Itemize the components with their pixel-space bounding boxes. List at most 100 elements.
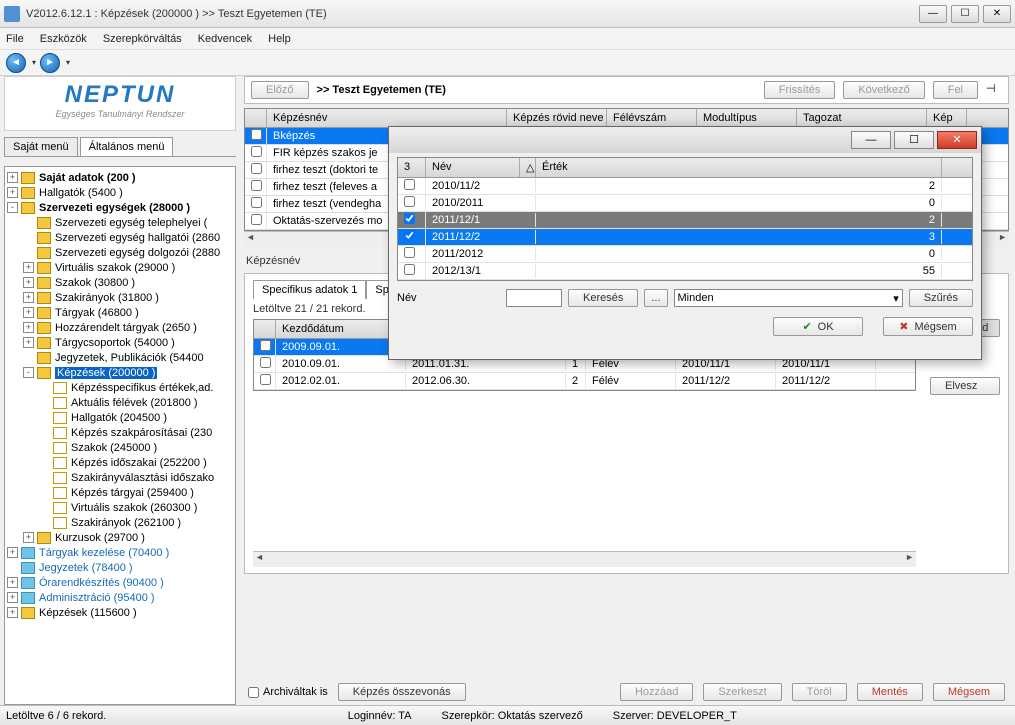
- tree-row[interactable]: Szakirányválasztási időszako: [7, 470, 233, 485]
- column-header[interactable]: Érték: [536, 158, 942, 177]
- edit-button[interactable]: Szerkeszt: [703, 683, 781, 701]
- tree-expander[interactable]: +: [7, 547, 18, 558]
- tree-row[interactable]: -Képzések (200000 ): [7, 365, 233, 380]
- tree-row[interactable]: Aktuális félévek (201800 ): [7, 395, 233, 410]
- tree-row[interactable]: +Szakirányok (31800 ): [7, 290, 233, 305]
- row-checkbox[interactable]: [251, 163, 262, 174]
- filter-name-input[interactable]: [506, 289, 562, 307]
- tree-row[interactable]: Virtuális szakok (260300 ): [7, 500, 233, 515]
- column-header[interactable]: Képzésnév: [267, 109, 507, 127]
- save-button[interactable]: Mentés: [857, 683, 923, 701]
- menu-tools[interactable]: Eszközök: [40, 33, 87, 45]
- nav-tree[interactable]: +Saját adatok (200 )+Hallgatók (5400 )-S…: [4, 166, 236, 705]
- merge-button[interactable]: Képzés összevonás: [338, 683, 466, 701]
- row-checkbox[interactable]: [251, 129, 262, 140]
- column-header[interactable]: Kezdődátum: [276, 320, 406, 338]
- close-button[interactable]: ✕: [983, 5, 1011, 23]
- tree-expander[interactable]: -: [23, 367, 34, 378]
- up-button[interactable]: Fel: [933, 81, 978, 99]
- row-checkbox[interactable]: [251, 197, 262, 208]
- table-row[interactable]: 2012.02.01.2012.06.30.2Félév2011/12/2201…: [254, 373, 915, 390]
- tree-expander[interactable]: +: [23, 292, 34, 303]
- tree-expander[interactable]: +: [23, 307, 34, 318]
- tree-row[interactable]: +Szakok (30800 ): [7, 275, 233, 290]
- filter-combo[interactable]: Minden▾: [674, 289, 903, 307]
- tree-row[interactable]: +Saját adatok (200 ): [7, 170, 233, 185]
- tree-row[interactable]: Jegyzetek, Publikációk (54400: [7, 350, 233, 365]
- more-button[interactable]: ...: [644, 289, 667, 307]
- cancel-button[interactable]: Mégsem: [933, 683, 1005, 701]
- pin-icon[interactable]: ⊣: [986, 82, 1002, 98]
- tree-expander[interactable]: +: [23, 532, 34, 543]
- row-checkbox[interactable]: [260, 374, 271, 385]
- tree-expander[interactable]: +: [23, 262, 34, 273]
- column-header[interactable]: Modultípus: [697, 109, 797, 127]
- row-checkbox[interactable]: [251, 214, 262, 225]
- next-button[interactable]: Következő: [843, 81, 924, 99]
- column-header[interactable]: Félévszám: [607, 109, 697, 127]
- tree-row[interactable]: Hallgatók (204500 ): [7, 410, 233, 425]
- column-header[interactable]: Képzés rövid neve: [507, 109, 607, 127]
- add-button[interactable]: Hozzáad: [620, 683, 693, 701]
- column-header[interactable]: [254, 320, 276, 338]
- row-checkbox[interactable]: [251, 146, 262, 157]
- archived-checkbox[interactable]: Archiváltak is: [248, 686, 328, 698]
- dialog-cancel-button[interactable]: Mégsem: [883, 317, 973, 336]
- archived-checkbox-input[interactable]: [248, 687, 259, 698]
- tree-row[interactable]: +Tárgyak (46800 ): [7, 305, 233, 320]
- tree-row[interactable]: Szervezeti egység dolgozói (2880: [7, 245, 233, 260]
- row-checkbox[interactable]: [251, 180, 262, 191]
- ok-button[interactable]: OK: [773, 317, 863, 336]
- menu-file[interactable]: File: [6, 33, 24, 45]
- column-header[interactable]: [245, 109, 267, 127]
- tree-row[interactable]: +Virtuális szakok (29000 ): [7, 260, 233, 275]
- dialog-close-button[interactable]: ✕: [937, 131, 977, 149]
- table-row[interactable]: 2011/12/23: [398, 229, 972, 246]
- tree-row[interactable]: +Tárgycsoportok (54000 ): [7, 335, 233, 350]
- tree-expander[interactable]: +: [7, 577, 18, 588]
- menu-roleswitch[interactable]: Szerepkörváltás: [103, 33, 182, 45]
- tree-expander[interactable]: +: [23, 337, 34, 348]
- column-header[interactable]: Név: [426, 158, 520, 177]
- table-row[interactable]: 2010/11/22: [398, 178, 972, 195]
- tree-row[interactable]: +Hallgatók (5400 ): [7, 185, 233, 200]
- tree-row[interactable]: -Szervezeti egységek (28000 ): [7, 200, 233, 215]
- search-button[interactable]: Keresés: [568, 289, 638, 307]
- tree-row[interactable]: +Képzések (115600 ): [7, 605, 233, 620]
- dialog-minimize-button[interactable]: —: [851, 131, 891, 149]
- tree-expander[interactable]: +: [7, 172, 18, 183]
- nav-back-button[interactable]: ◄: [6, 53, 26, 73]
- tree-row[interactable]: Képzésspecifikus értékek,ad.: [7, 380, 233, 395]
- row-checkbox[interactable]: [404, 179, 415, 190]
- menu-favorites[interactable]: Kedvencek: [198, 33, 252, 45]
- table-row[interactable]: 2010/20110: [398, 195, 972, 212]
- tree-row[interactable]: +Órarendkészítés (90400 ): [7, 575, 233, 590]
- refresh-button[interactable]: Frissítés: [764, 81, 836, 99]
- remove-period-button[interactable]: Elvesz: [930, 377, 1000, 395]
- table-row[interactable]: 2011/12/12: [398, 212, 972, 229]
- row-checkbox[interactable]: [260, 357, 271, 368]
- row-checkbox[interactable]: [404, 264, 415, 275]
- column-header[interactable]: △: [520, 158, 536, 177]
- tab-own-menu[interactable]: Saját menü: [4, 137, 78, 156]
- delete-button[interactable]: Töröl: [792, 683, 847, 701]
- tab-spec1[interactable]: Specifikus adatok 1: [253, 280, 366, 299]
- tree-row[interactable]: Képzés tárgyai (259400 ): [7, 485, 233, 500]
- column-header[interactable]: Kép: [927, 109, 967, 127]
- row-checkbox[interactable]: [404, 247, 415, 258]
- tree-row[interactable]: Képzés szakpárosításai (230: [7, 425, 233, 440]
- chevron-down-icon[interactable]: ▾: [32, 58, 36, 67]
- tree-expander[interactable]: -: [7, 202, 18, 213]
- tree-row[interactable]: Szakok (245000 ): [7, 440, 233, 455]
- tree-expander[interactable]: +: [7, 592, 18, 603]
- tree-row[interactable]: +Adminisztráció (95400 ): [7, 590, 233, 605]
- row-checkbox[interactable]: [404, 230, 415, 241]
- row-checkbox[interactable]: [260, 340, 271, 351]
- column-header[interactable]: Tagozat: [797, 109, 927, 127]
- tree-row[interactable]: +Kurzusok (29700 ): [7, 530, 233, 545]
- table-row[interactable]: 2012/13/155: [398, 263, 972, 280]
- tree-row[interactable]: Képzés időszakai (252200 ): [7, 455, 233, 470]
- tree-row[interactable]: +Hozzárendelt tárgyak (2650 ): [7, 320, 233, 335]
- tree-expander[interactable]: +: [23, 322, 34, 333]
- tree-row[interactable]: +Tárgyak kezelése (70400 ): [7, 545, 233, 560]
